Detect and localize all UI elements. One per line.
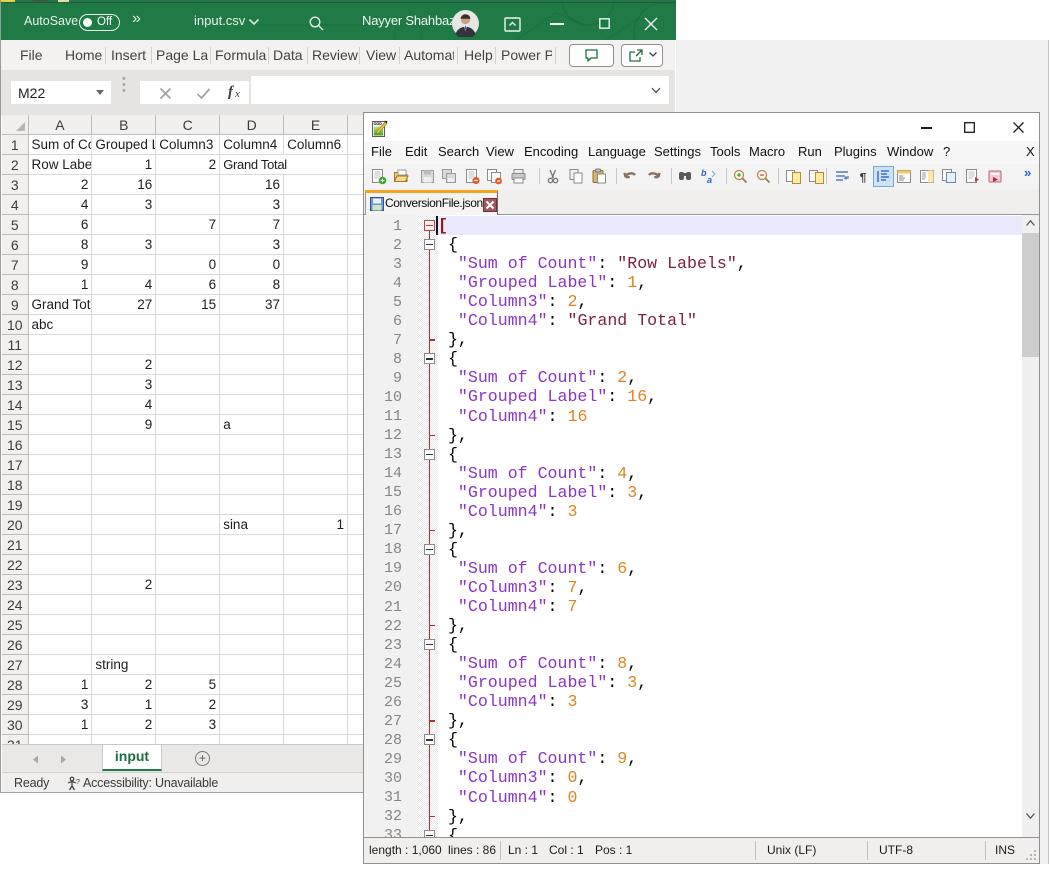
svg-text:¶: ¶ <box>860 170 867 184</box>
svg-text:?: ? <box>76 779 80 786</box>
svg-text:a: a <box>707 175 712 185</box>
